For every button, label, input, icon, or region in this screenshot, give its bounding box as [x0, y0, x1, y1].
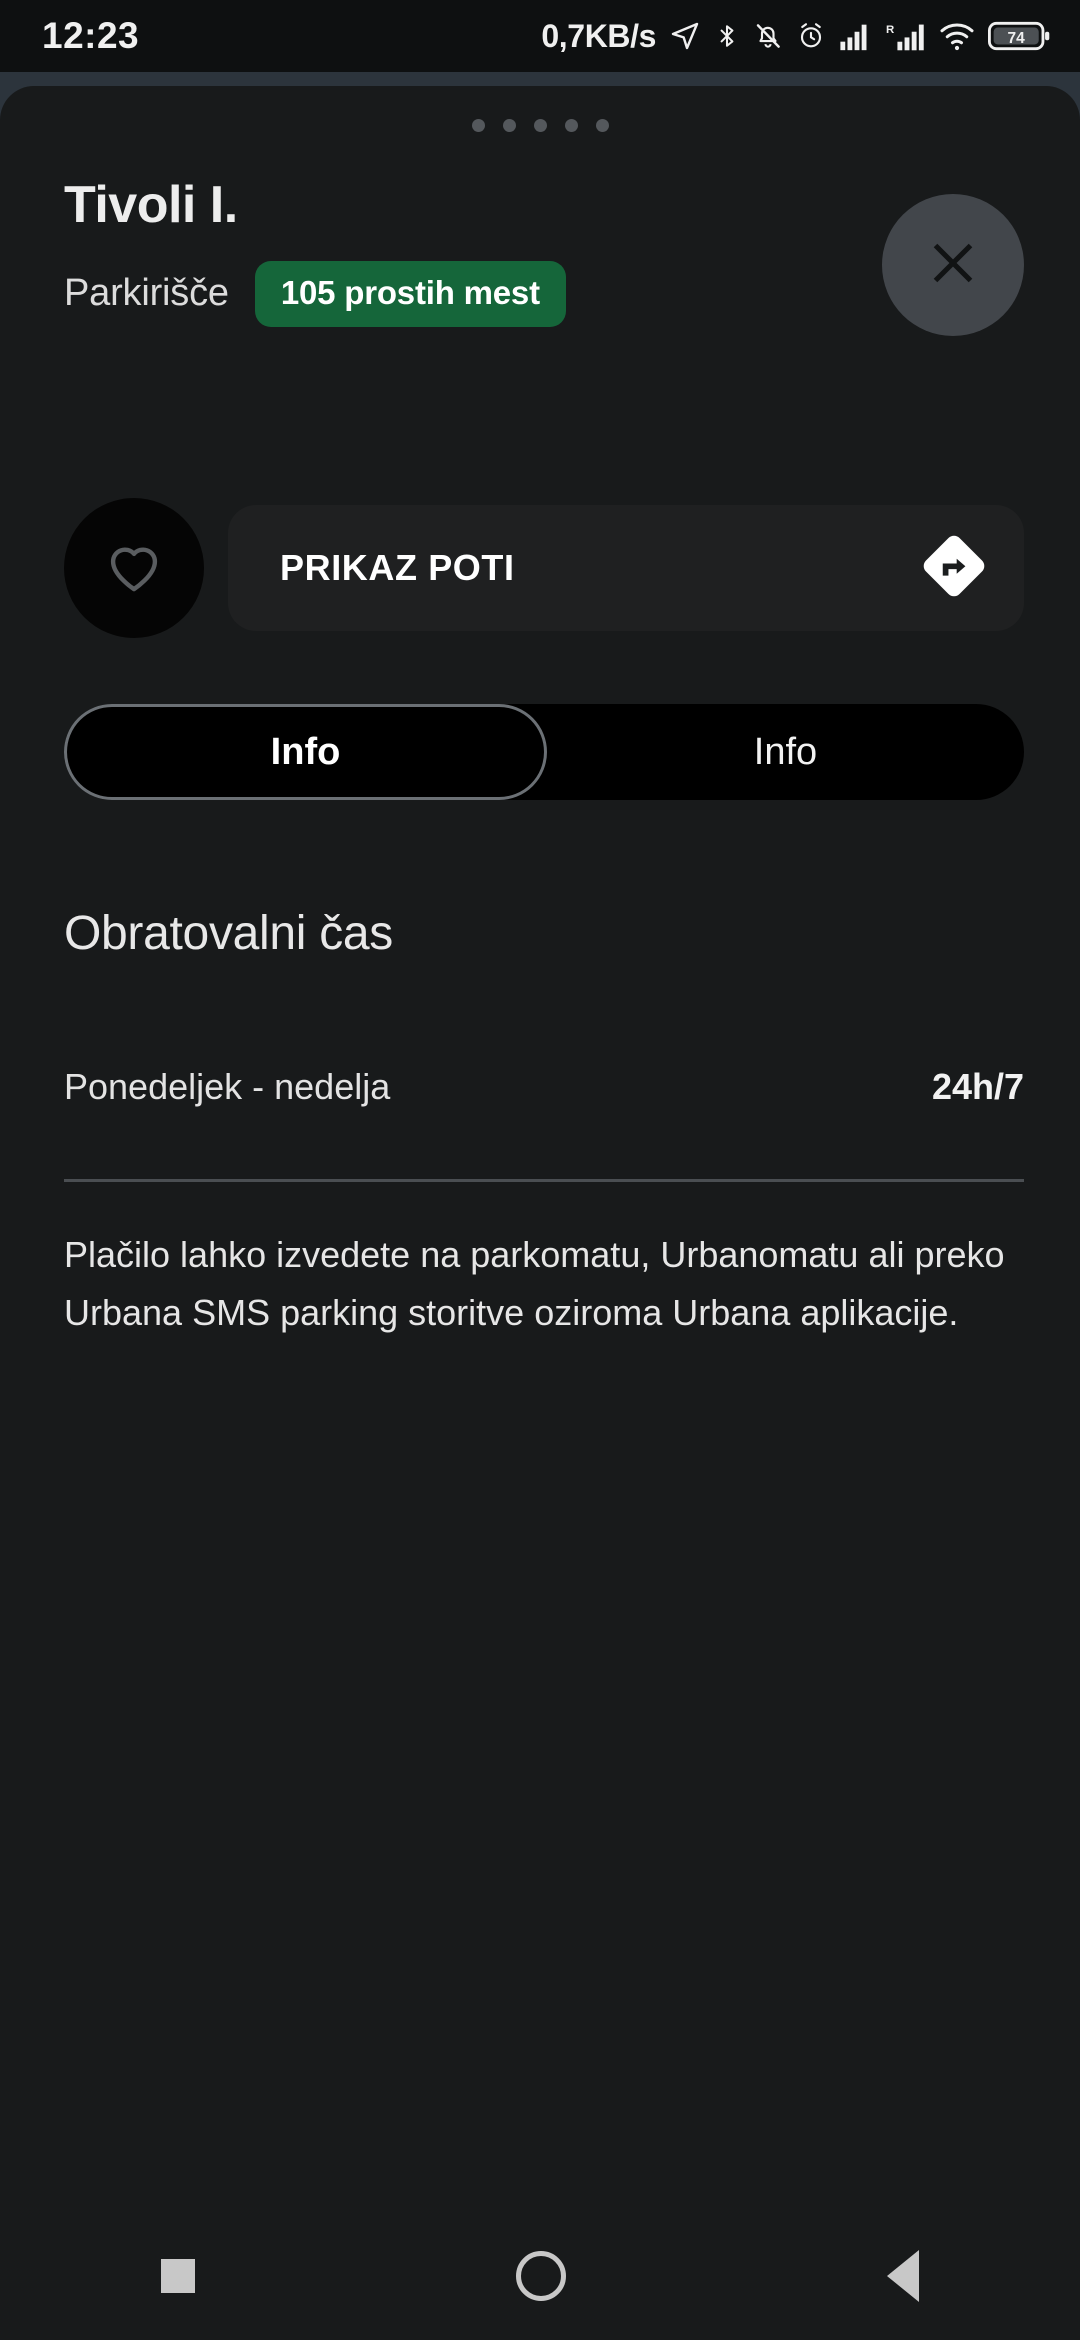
- opening-hours-days: Ponedeljek - nedelja: [64, 1066, 391, 1107]
- notifications-muted-icon: [753, 20, 783, 52]
- grabber-dot: [564, 119, 578, 132]
- tab-info-primary[interactable]: Info: [64, 704, 547, 800]
- section-title-opening-hours: Obratovalni čas: [64, 907, 393, 960]
- grabber-dot: [471, 119, 485, 132]
- grabber-dot: [502, 119, 516, 132]
- square-icon: [160, 2259, 195, 2293]
- place-type-label: Parkirišče: [64, 272, 229, 315]
- status-badge: 105 prostih mest: [254, 260, 566, 327]
- recents-button[interactable]: [160, 2259, 195, 2293]
- favorite-button[interactable]: [64, 498, 204, 638]
- opening-hours-row: Ponedeljek - nedelja 24h/7: [64, 1066, 1024, 1108]
- tab-info-secondary[interactable]: Info: [547, 704, 1024, 800]
- signal-bars-icon: [839, 21, 873, 51]
- circle-icon: [515, 2251, 566, 2301]
- page-title: Tivoli I.: [64, 176, 238, 234]
- location-arrow-icon: [669, 20, 701, 52]
- tab-label: Info: [270, 730, 341, 773]
- status-icons: 0,7KB/s R 74: [541, 18, 1050, 55]
- back-button[interactable]: [887, 2250, 920, 2302]
- wifi-icon: [939, 21, 975, 51]
- sheet-drag-handle[interactable]: [0, 119, 1080, 132]
- triangle-left-icon: [887, 2250, 920, 2302]
- show-route-button[interactable]: PRIKAZ POTI: [228, 505, 1024, 631]
- content-divider: [64, 1179, 1024, 1182]
- sheet-header: Tivoli I. Parkirišče 105 prostih mest: [64, 178, 1024, 327]
- opening-hours-value: 24h/7: [931, 1066, 1024, 1107]
- battery-level-label: 74: [1008, 30, 1026, 47]
- tab-bar: Info Info: [64, 704, 1024, 800]
- home-button[interactable]: [515, 2251, 566, 2301]
- grabber-dot: [533, 119, 547, 132]
- app-screen: 12:23 0,7KB/s R 74 Tivoli I. Parkirišče …: [0, 0, 1080, 2340]
- grabber-dot: [595, 119, 609, 132]
- battery-icon: 74: [988, 19, 1050, 53]
- detail-bottom-sheet: Tivoli I. Parkirišče 105 prostih mest PR…: [0, 86, 1080, 2340]
- heart-icon: [101, 533, 167, 604]
- status-bar: 12:23 0,7KB/s R 74: [0, 0, 1080, 72]
- network-speed-label: 0,7KB/s: [541, 17, 656, 54]
- close-icon: [924, 234, 982, 297]
- close-button[interactable]: [882, 194, 1024, 336]
- android-navigation-bar: [0, 2212, 1080, 2340]
- action-row: PRIKAZ POTI: [64, 498, 1024, 638]
- tab-label: Info: [753, 730, 818, 773]
- alarm-icon: [796, 20, 826, 52]
- payment-info-paragraph: Plačilo lahko izvedete na parkomatu, Urb…: [64, 1234, 1005, 1334]
- show-route-label: PRIKAZ POTI: [280, 547, 515, 588]
- bluetooth-icon: [714, 20, 740, 52]
- subtitle-row: Parkirišče 105 prostih mest: [64, 260, 1024, 327]
- status-clock: 12:23: [42, 15, 140, 56]
- roaming-signal-icon: R: [886, 21, 926, 51]
- svg-text:R: R: [886, 24, 894, 36]
- directions-diamond-icon: [918, 530, 990, 607]
